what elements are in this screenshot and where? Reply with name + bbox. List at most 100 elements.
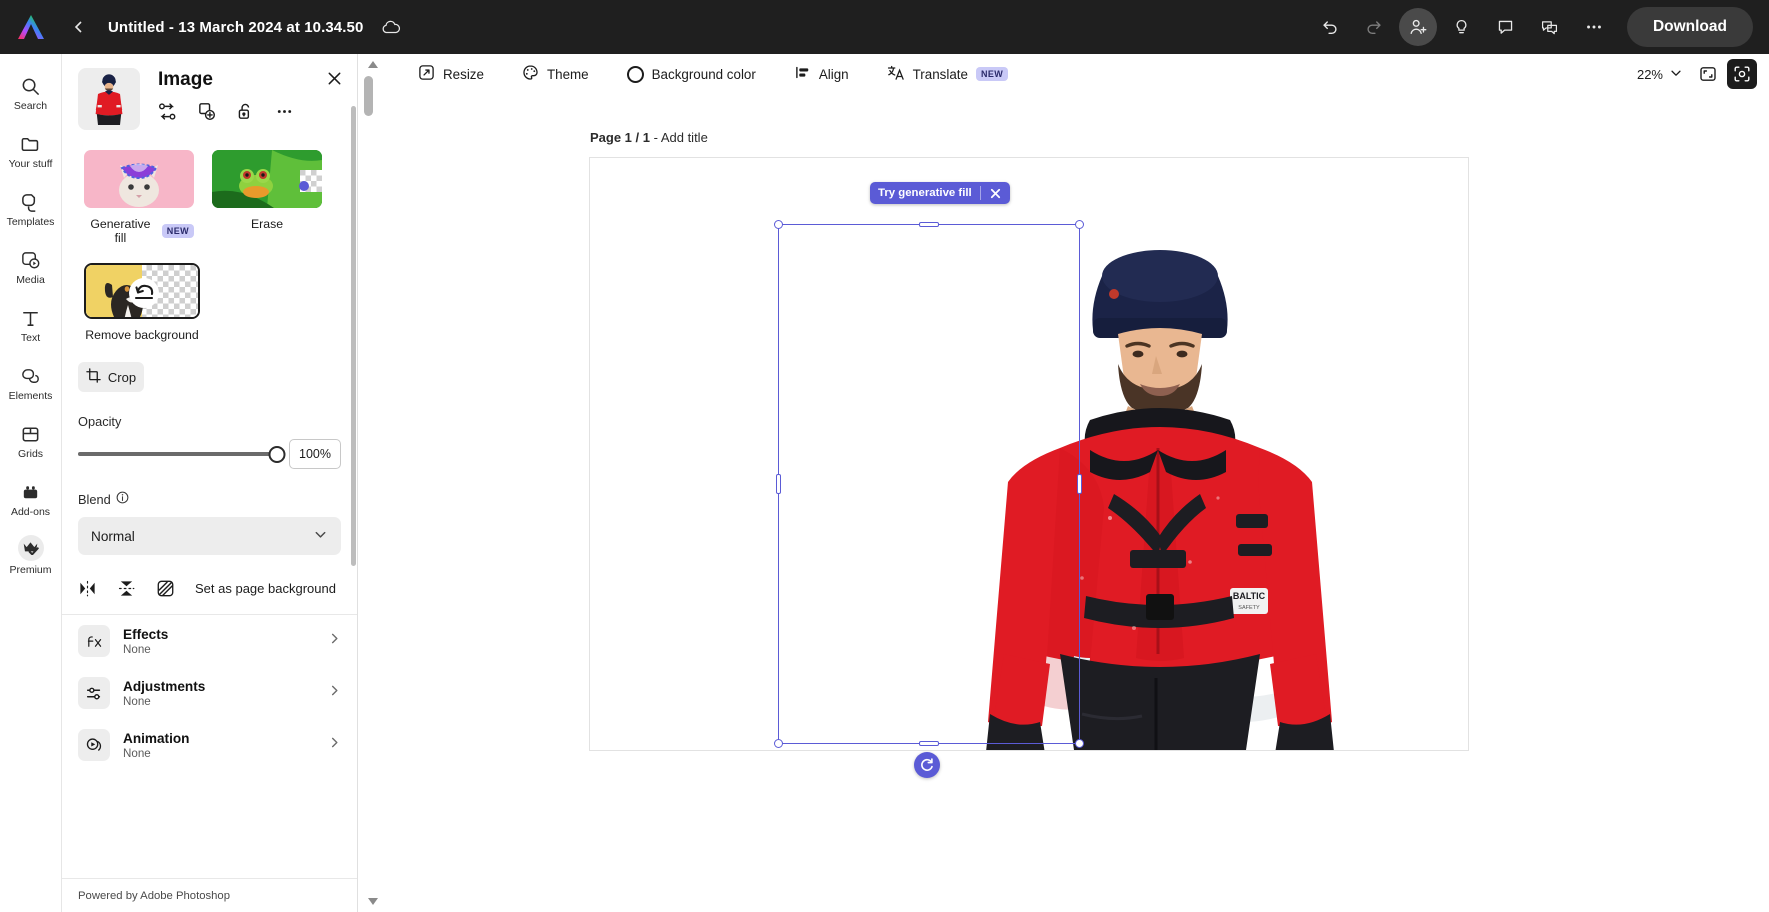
svg-text:SAFETY: SAFETY (1238, 605, 1260, 611)
sidebar-item-your-stuff[interactable]: Your stuff (0, 122, 62, 180)
erase-card[interactable]: Erase (212, 150, 322, 245)
canvas-page[interactable]: BALTIC SAFETY (590, 158, 1468, 750)
adjustments-title: Adjustments (123, 678, 206, 694)
resize-handle-top-right[interactable] (1075, 220, 1084, 229)
resize-handle-bottom[interactable] (919, 741, 939, 746)
opacity-label-row: Opacity (62, 392, 357, 429)
panel-scrollbar[interactable] (351, 54, 356, 878)
opacity-value-input[interactable]: 100% (289, 439, 341, 469)
back-button[interactable] (64, 12, 94, 42)
invite-collaborator-icon[interactable] (1398, 8, 1437, 46)
section-effects[interactable]: Effects None (62, 615, 357, 667)
image-properties-panel: Image Generative fill NEW Erase Remove b… (62, 54, 358, 912)
translate-button[interactable]: Translate NEW (875, 58, 1021, 90)
translate-label: Translate (912, 66, 968, 82)
sidebar-item-add-ons[interactable]: Add-ons (0, 470, 62, 528)
page-label: Page 1 / 1 - Add title (590, 130, 708, 145)
set-as-page-background-label[interactable]: Set as page background (195, 581, 336, 596)
panel-scrollbar-thumb[interactable] (351, 106, 356, 566)
folder-icon (20, 133, 41, 155)
close-icon[interactable] (326, 68, 343, 92)
sidebar-item-text[interactable]: Text (0, 296, 62, 354)
panel-scroll-region: Image Generative fill NEW Erase Remove b… (62, 54, 357, 878)
section-adjustments[interactable]: Adjustments None (62, 667, 357, 719)
animation-icon (78, 729, 110, 761)
theme-button[interactable]: Theme (510, 58, 601, 90)
effects-title: Effects (123, 626, 169, 642)
canvas-vertical-scrollbar[interactable] (364, 76, 373, 864)
elements-icon (20, 365, 41, 387)
remove-background-button[interactable] (84, 263, 200, 319)
opacity-slider-knob[interactable] (268, 445, 286, 463)
resize-button[interactable]: Resize (406, 58, 496, 90)
sidebar-item-elements[interactable]: Elements (0, 354, 62, 412)
adobe-express-logo[interactable] (0, 0, 62, 54)
sidebar-label-your-stuff: Your stuff (8, 157, 53, 170)
scroll-down-arrow-icon[interactable] (366, 894, 380, 908)
sidebar-label-text: Text (20, 331, 41, 344)
sidebar-item-grids[interactable]: Grids (0, 412, 62, 470)
comments-stack-icon[interactable] (1531, 8, 1569, 46)
background-color-label: Background color (651, 66, 756, 82)
resize-handle-bottom-right[interactable] (1075, 739, 1084, 748)
close-icon[interactable] (989, 187, 1002, 200)
align-button[interactable]: Align (782, 58, 861, 90)
fit-to-screen-icon[interactable] (1693, 59, 1723, 89)
set-as-page-background-icon[interactable] (156, 579, 175, 598)
canvas-scrollbar-thumb[interactable] (364, 76, 373, 116)
try-generative-fill-button[interactable]: Try generative fill (878, 187, 972, 199)
resize-handle-top[interactable] (919, 222, 939, 227)
effects-adjustments-animation-list: Effects None Adjustments None Animation … (62, 614, 357, 771)
add-title-button[interactable]: Add title (661, 130, 708, 145)
sidebar-item-media[interactable]: Media (0, 238, 62, 296)
remove-background-label: Remove background (85, 328, 199, 342)
sidebar-item-search[interactable]: Search (0, 64, 62, 122)
remove-background-section: Remove background (62, 245, 357, 342)
resize-handle-bottom-left[interactable] (774, 739, 783, 748)
generative-fill-card[interactable]: Generative fill NEW (84, 150, 194, 245)
info-icon[interactable] (116, 491, 129, 507)
selected-image-thumbnail[interactable] (78, 68, 140, 130)
section-animation[interactable]: Animation None (62, 719, 357, 771)
flip-horizontal-icon[interactable] (78, 579, 97, 598)
new-badge: NEW (975, 67, 1009, 81)
sidebar-item-premium[interactable]: Premium (0, 528, 62, 586)
resize-icon (418, 64, 435, 84)
selection-tool-icon[interactable] (1727, 59, 1757, 89)
undo-icon[interactable] (1311, 8, 1349, 46)
canvas-photo[interactable]: BALTIC SAFETY (590, 158, 1468, 750)
resize-handle-right[interactable] (1077, 474, 1082, 494)
chevron-right-icon (328, 684, 341, 702)
comment-icon[interactable] (1487, 8, 1525, 46)
sidebar-label-elements: Elements (8, 389, 53, 402)
sidebar-item-templates[interactable]: Templates (0, 180, 62, 238)
fx-icon (78, 625, 110, 657)
duplicate-icon[interactable] (197, 102, 216, 121)
animation-title: Animation (123, 730, 190, 746)
more-options-icon[interactable] (1575, 8, 1613, 46)
rotate-handle-icon[interactable] (914, 752, 940, 778)
replace-image-icon[interactable] (158, 102, 177, 121)
search-icon (20, 75, 41, 97)
lightbulb-icon[interactable] (1443, 8, 1481, 46)
crop-button[interactable]: Crop (78, 362, 144, 392)
blend-mode-select[interactable]: Normal (78, 517, 341, 555)
flip-vertical-icon[interactable] (117, 579, 136, 598)
scroll-up-arrow-icon[interactable] (366, 58, 380, 72)
zoom-control[interactable]: 22% (1631, 66, 1689, 83)
resize-handle-left[interactable] (776, 474, 781, 494)
document-title[interactable]: Untitled - 13 March 2024 at 10.34.50 (108, 19, 363, 36)
zoom-value: 22% (1636, 66, 1663, 82)
generative-fill-label: Generative fill (90, 217, 151, 245)
background-color-button[interactable]: Background color (615, 58, 768, 90)
resize-handle-top-left[interactable] (774, 220, 783, 229)
download-button[interactable]: Download (1626, 7, 1753, 47)
blend-label-row: Blend (62, 469, 357, 507)
addons-icon (20, 481, 41, 503)
redo-icon[interactable] (1355, 8, 1393, 46)
unlock-icon[interactable] (236, 102, 255, 121)
blend-mode-value: Normal (91, 528, 135, 544)
opacity-slider[interactable] (78, 445, 286, 463)
ai-tools-grid: Generative fill NEW Erase (62, 136, 357, 245)
more-options-icon[interactable] (275, 102, 294, 121)
